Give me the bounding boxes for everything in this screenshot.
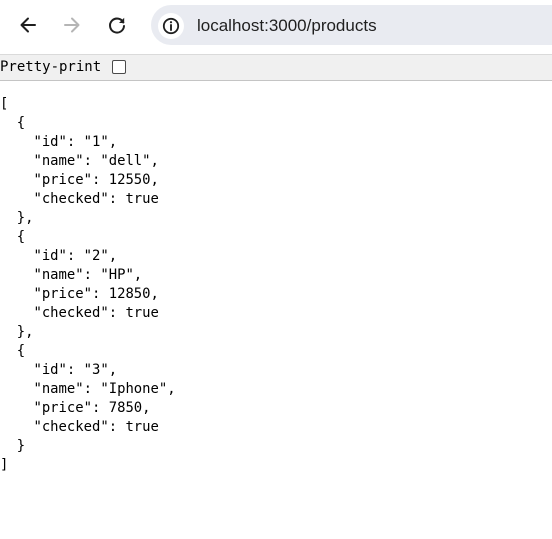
- site-info-button[interactable]: [158, 13, 184, 39]
- json-line: }: [0, 438, 26, 454]
- json-line: "checked": true: [0, 305, 159, 321]
- arrow-right-icon: [64, 17, 80, 33]
- json-line: "price": 12550,: [0, 172, 159, 188]
- json-line: {: [0, 229, 26, 245]
- json-line: "checked": true: [0, 419, 159, 435]
- forward-button[interactable]: [55, 8, 89, 42]
- json-line: "price": 7850,: [0, 400, 151, 416]
- json-line: },: [0, 324, 34, 340]
- json-line: "id": "2",: [0, 248, 118, 264]
- info-icon: [162, 17, 180, 35]
- json-line: [: [0, 96, 9, 112]
- json-line: {: [0, 115, 26, 131]
- json-line: ]: [0, 457, 9, 473]
- pretty-print-label: Pretty-print: [0, 59, 102, 75]
- json-line: {: [0, 343, 26, 359]
- json-line: "name": "Iphone",: [0, 381, 176, 397]
- json-line: "name": "HP",: [0, 267, 143, 283]
- json-line: "name": "dell",: [0, 153, 159, 169]
- reload-button[interactable]: [100, 8, 134, 42]
- arrow-left-icon: [20, 17, 36, 33]
- reload-icon: [109, 17, 125, 34]
- pretty-print-bar: Pretty-print: [0, 54, 552, 81]
- browser-toolbar: localhost:3000/products: [0, 0, 552, 52]
- json-line: "price": 12850,: [0, 286, 159, 302]
- back-button[interactable]: [11, 8, 45, 42]
- json-line: },: [0, 210, 34, 226]
- pretty-print-checkbox[interactable]: [112, 60, 126, 74]
- json-line: "id": "1",: [0, 134, 118, 150]
- url-text[interactable]: localhost:3000/products: [197, 14, 377, 38]
- json-line: "checked": true: [0, 191, 159, 207]
- json-body: [ { "id": "1", "name": "dell", "price": …: [0, 95, 176, 475]
- json-line: "id": "3",: [0, 362, 118, 378]
